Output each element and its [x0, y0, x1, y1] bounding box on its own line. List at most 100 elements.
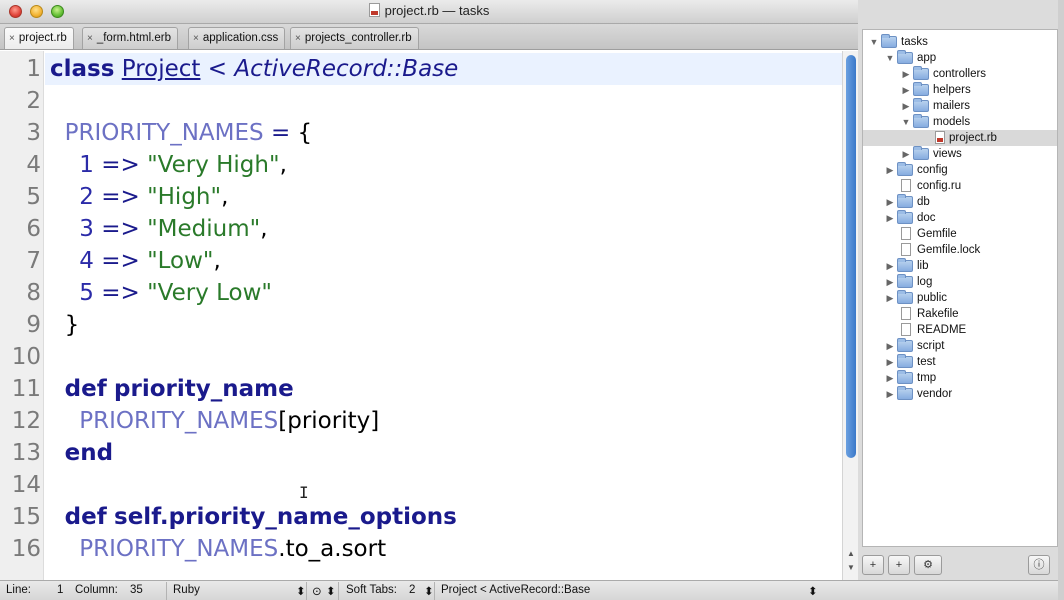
- line-label: Line:: [6, 584, 31, 596]
- column-label: Column:: [75, 584, 118, 596]
- divider: [338, 582, 339, 600]
- tree-item-db[interactable]: ▶ db: [863, 194, 1057, 210]
- tree-item-views[interactable]: ▶ views: [863, 146, 1057, 162]
- tree-item-vendor[interactable]: ▶ vendor: [863, 386, 1057, 402]
- add-file-button[interactable]: +: [862, 555, 884, 575]
- tree-item-app[interactable]: ▼ app: [863, 50, 1057, 66]
- tree-item-mailers[interactable]: ▶ mailers: [863, 98, 1057, 114]
- line-number-gutter[interactable]: 1 2 3 4 5 6 7 8 9 10 11 12 13 14 15 16: [0, 51, 44, 580]
- folder-icon: [897, 354, 913, 368]
- tree-item-label: mailers: [933, 100, 971, 112]
- tree-item-config-ru[interactable]: config.ru: [863, 178, 1057, 194]
- file-icon: [901, 323, 911, 336]
- drawer-status-bar: [858, 580, 1064, 600]
- close-tab-icon[interactable]: ×: [193, 28, 199, 49]
- vertical-scrollbar[interactable]: ▲ ▼: [842, 51, 858, 580]
- scrollbar-thumb[interactable]: [846, 55, 856, 458]
- code-line-7: 4 => "Low",: [79, 248, 221, 274]
- code-line-1: class Project < ActiveRecord::Base: [50, 56, 459, 82]
- folder-icon: [897, 194, 913, 208]
- tab-project-rb[interactable]: × project.rb: [4, 27, 74, 49]
- disclosure-expanded-icon[interactable]: ▼: [869, 34, 879, 50]
- tree-item-lib[interactable]: ▶ lib: [863, 258, 1057, 274]
- info-icon: ⓘ: [1033, 559, 1045, 571]
- disclosure-collapsed-icon[interactable]: ▶: [901, 66, 911, 82]
- tab-form-html-erb[interactable]: × _form.html.erb: [82, 27, 178, 49]
- disclosure-collapsed-icon[interactable]: ▶: [885, 258, 895, 274]
- disclosure-collapsed-icon[interactable]: ▶: [885, 386, 895, 402]
- scroll-down-icon[interactable]: ▼: [846, 563, 856, 573]
- soft-tabs-value[interactable]: 2: [409, 584, 415, 596]
- code-line-16: PRIORITY_NAMES.to_a.sort: [79, 536, 387, 562]
- action-menu-button[interactable]: ⚙: [914, 555, 942, 575]
- disclosure-collapsed-icon[interactable]: ▶: [885, 290, 895, 306]
- scroll-up-icon[interactable]: ▲: [846, 549, 856, 559]
- soft-tabs-updown-icon[interactable]: ⬍: [424, 584, 434, 598]
- folder-icon: [897, 338, 913, 352]
- tab-application-css[interactable]: × application.css: [188, 27, 286, 49]
- drawer-resize-edge[interactable]: [1058, 0, 1064, 600]
- tree-item-label: tmp: [917, 372, 937, 384]
- language-updown-icon[interactable]: ⬍: [296, 584, 306, 598]
- tree-item-label: models: [933, 116, 971, 128]
- folder-icon: [897, 50, 913, 64]
- line-number: 5: [26, 184, 41, 210]
- line-number: 7: [26, 248, 41, 274]
- tree-item-doc[interactable]: ▶ doc: [863, 210, 1057, 226]
- tree-item-readme[interactable]: README: [863, 322, 1057, 338]
- bundle-updown-icon[interactable]: ⬍: [326, 584, 336, 598]
- disclosure-collapsed-icon[interactable]: ▶: [901, 98, 911, 114]
- code-line-15: def self.priority_name_options: [64, 504, 457, 530]
- tree-item-project-rb[interactable]: project.rb: [863, 130, 1057, 146]
- disclosure-collapsed-icon[interactable]: ▶: [885, 370, 895, 386]
- disclosure-collapsed-icon[interactable]: ▶: [885, 274, 895, 290]
- disclosure-expanded-icon[interactable]: ▼: [885, 50, 895, 66]
- disclosure-collapsed-icon[interactable]: ▶: [901, 82, 911, 98]
- close-tab-icon[interactable]: ×: [9, 28, 15, 49]
- line-number: 8: [26, 280, 41, 306]
- tree-item-log[interactable]: ▶ log: [863, 274, 1057, 290]
- disclosure-expanded-icon[interactable]: ▼: [901, 114, 911, 130]
- info-button[interactable]: ⓘ: [1028, 555, 1050, 575]
- line-number: 2: [26, 88, 41, 114]
- symbol-selector[interactable]: Project < ActiveRecord::Base: [441, 584, 590, 596]
- tab-label: _form.html.erb: [96, 32, 171, 44]
- tree-item-script[interactable]: ▶ script: [863, 338, 1057, 354]
- disclosure-collapsed-icon[interactable]: ▶: [885, 162, 895, 178]
- tree-item-tasks[interactable]: ▼ tasks: [863, 34, 1057, 50]
- folder-icon: [897, 258, 913, 272]
- close-tab-icon[interactable]: ×: [87, 28, 93, 49]
- tree-item-helpers[interactable]: ▶ helpers: [863, 82, 1057, 98]
- tree-item-tmp[interactable]: ▶ tmp: [863, 370, 1057, 386]
- code-line-8: 5 => "Very Low": [79, 280, 272, 306]
- disclosure-collapsed-icon[interactable]: ▶: [885, 354, 895, 370]
- folder-icon: [913, 114, 929, 128]
- disclosure-collapsed-icon[interactable]: ▶: [885, 210, 895, 226]
- disclosure-collapsed-icon[interactable]: ▶: [901, 146, 911, 162]
- project-tree[interactable]: ▼ tasks ▼ app ▶ controllers ▶ helpers ▶: [862, 29, 1058, 547]
- close-tab-icon[interactable]: ×: [295, 28, 301, 49]
- tree-item-test[interactable]: ▶ test: [863, 354, 1057, 370]
- tree-item-gemfile-lock[interactable]: Gemfile.lock: [863, 242, 1057, 258]
- language-selector[interactable]: Ruby: [173, 584, 200, 596]
- symbol-updown-icon[interactable]: ⬍: [808, 584, 818, 598]
- disclosure-collapsed-icon[interactable]: ▶: [885, 338, 895, 354]
- tree-item-label: test: [917, 356, 936, 368]
- tree-item-rakefile[interactable]: Rakefile: [863, 306, 1057, 322]
- bundle-gear-icon[interactable]: ⊙: [312, 584, 322, 598]
- code-editor[interactable]: class Project < ActiveRecord::Base PRIOR…: [45, 51, 842, 580]
- tree-item-config[interactable]: ▶ config: [863, 162, 1057, 178]
- tree-item-gemfile[interactable]: Gemfile: [863, 226, 1057, 242]
- add-folder-button[interactable]: +: [888, 555, 910, 575]
- title-bar[interactable]: project.rb — tasks: [0, 0, 858, 24]
- soft-tabs-label[interactable]: Soft Tabs:: [346, 584, 397, 596]
- divider: [166, 582, 167, 600]
- file-icon: [901, 227, 911, 240]
- editor-window: project.rb — tasks × project.rb × _form.ht…: [0, 0, 858, 600]
- tab-projects-controller-rb[interactable]: × projects_controller.rb: [290, 27, 419, 49]
- code-line-3: PRIORITY_NAMES = {: [64, 120, 313, 146]
- tree-item-public[interactable]: ▶ public: [863, 290, 1057, 306]
- tree-item-controllers[interactable]: ▶ controllers: [863, 66, 1057, 82]
- tree-item-models[interactable]: ▼ models: [863, 114, 1057, 130]
- disclosure-collapsed-icon[interactable]: ▶: [885, 194, 895, 210]
